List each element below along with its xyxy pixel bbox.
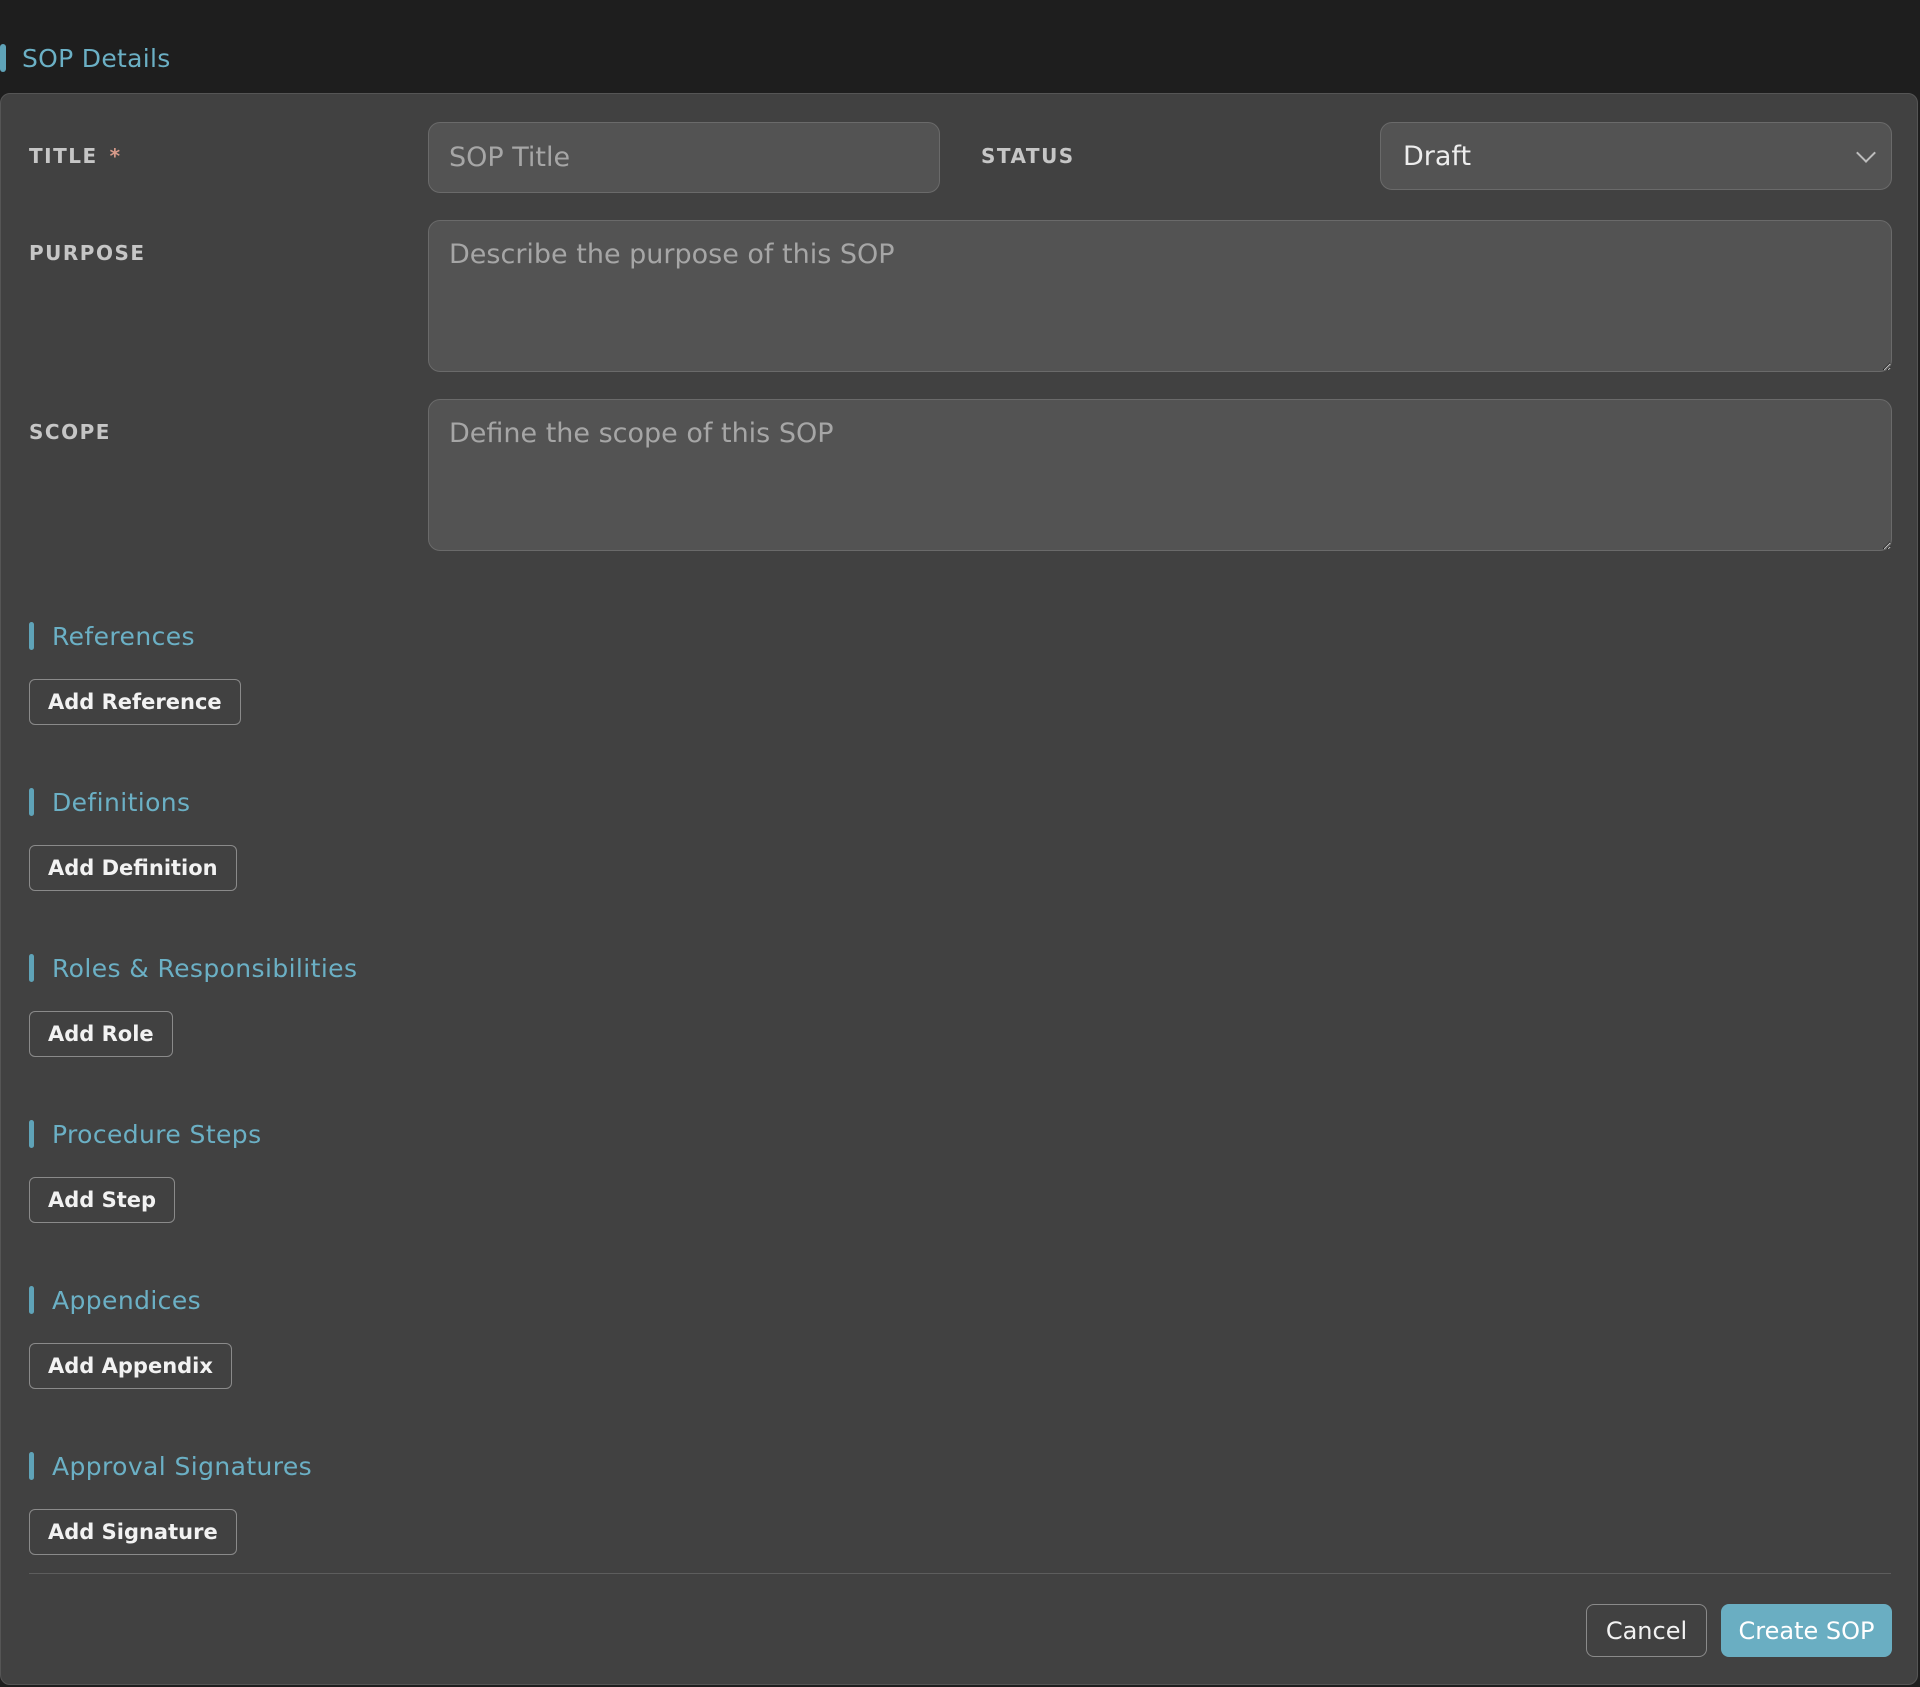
purpose-textarea[interactable] <box>428 220 1892 372</box>
definitions-title: Definitions <box>52 787 191 817</box>
status-label: STATUS <box>981 144 1075 168</box>
roles-title: Roles & Responsibilities <box>52 953 358 983</box>
status-select[interactable]: Draft <box>1380 122 1892 190</box>
appendices-title: Appendices <box>52 1285 202 1315</box>
scope-textarea[interactable] <box>428 399 1892 551</box>
procedure-steps-title: Procedure Steps <box>52 1119 262 1149</box>
add-role-button[interactable]: Add Role <box>29 1011 173 1057</box>
page-title-text: SOP Details <box>22 43 171 73</box>
section-accent-bar <box>29 622 34 650</box>
title-label: TITLE * <box>29 144 122 168</box>
procedure-steps-header: Procedure Steps <box>29 1118 262 1150</box>
approval-signatures-title: Approval Signatures <box>52 1451 313 1481</box>
appendices-header: Appendices <box>29 1284 232 1316</box>
add-definition-button[interactable]: Add Definition <box>29 845 237 891</box>
page-title: SOP Details <box>0 40 171 76</box>
cancel-button[interactable]: Cancel <box>1586 1604 1707 1657</box>
roles-section: Roles & Responsibilities Add Role <box>29 952 357 1057</box>
add-reference-button[interactable]: Add Reference <box>29 679 241 725</box>
section-accent-bar <box>29 954 34 982</box>
title-input[interactable] <box>428 122 940 193</box>
status-selected-value: Draft <box>1403 140 1472 172</box>
required-marker: * <box>109 144 122 168</box>
add-appendix-button[interactable]: Add Appendix <box>29 1343 232 1389</box>
title-label-text: TITLE <box>29 144 98 168</box>
title-accent-bar <box>0 44 6 72</box>
approval-signatures-section: Approval Signatures Add Signature <box>29 1450 312 1555</box>
scope-label: SCOPE <box>29 420 111 444</box>
references-header: References <box>29 620 241 652</box>
references-title: References <box>52 621 195 651</box>
create-sop-button[interactable]: Create SOP <box>1721 1604 1892 1657</box>
section-accent-bar <box>29 788 34 816</box>
section-accent-bar <box>29 1452 34 1480</box>
procedure-steps-section: Procedure Steps Add Step <box>29 1118 262 1223</box>
footer-divider <box>29 1573 1891 1574</box>
roles-header: Roles & Responsibilities <box>29 952 357 984</box>
sop-form-panel: TITLE * STATUS Draft PURPOSE SCOPE Refere… <box>0 93 1918 1685</box>
add-step-button[interactable]: Add Step <box>29 1177 176 1223</box>
purpose-label: PURPOSE <box>29 241 146 265</box>
approval-signatures-header: Approval Signatures <box>29 1450 312 1482</box>
add-signature-button[interactable]: Add Signature <box>29 1509 237 1555</box>
appendices-section: Appendices Add Appendix <box>29 1284 232 1389</box>
section-accent-bar <box>29 1120 34 1148</box>
section-accent-bar <box>29 1286 34 1314</box>
chevron-down-icon <box>1856 143 1876 163</box>
definitions-section: Definitions Add Definition <box>29 786 237 891</box>
definitions-header: Definitions <box>29 786 237 818</box>
references-section: References Add Reference <box>29 620 241 725</box>
